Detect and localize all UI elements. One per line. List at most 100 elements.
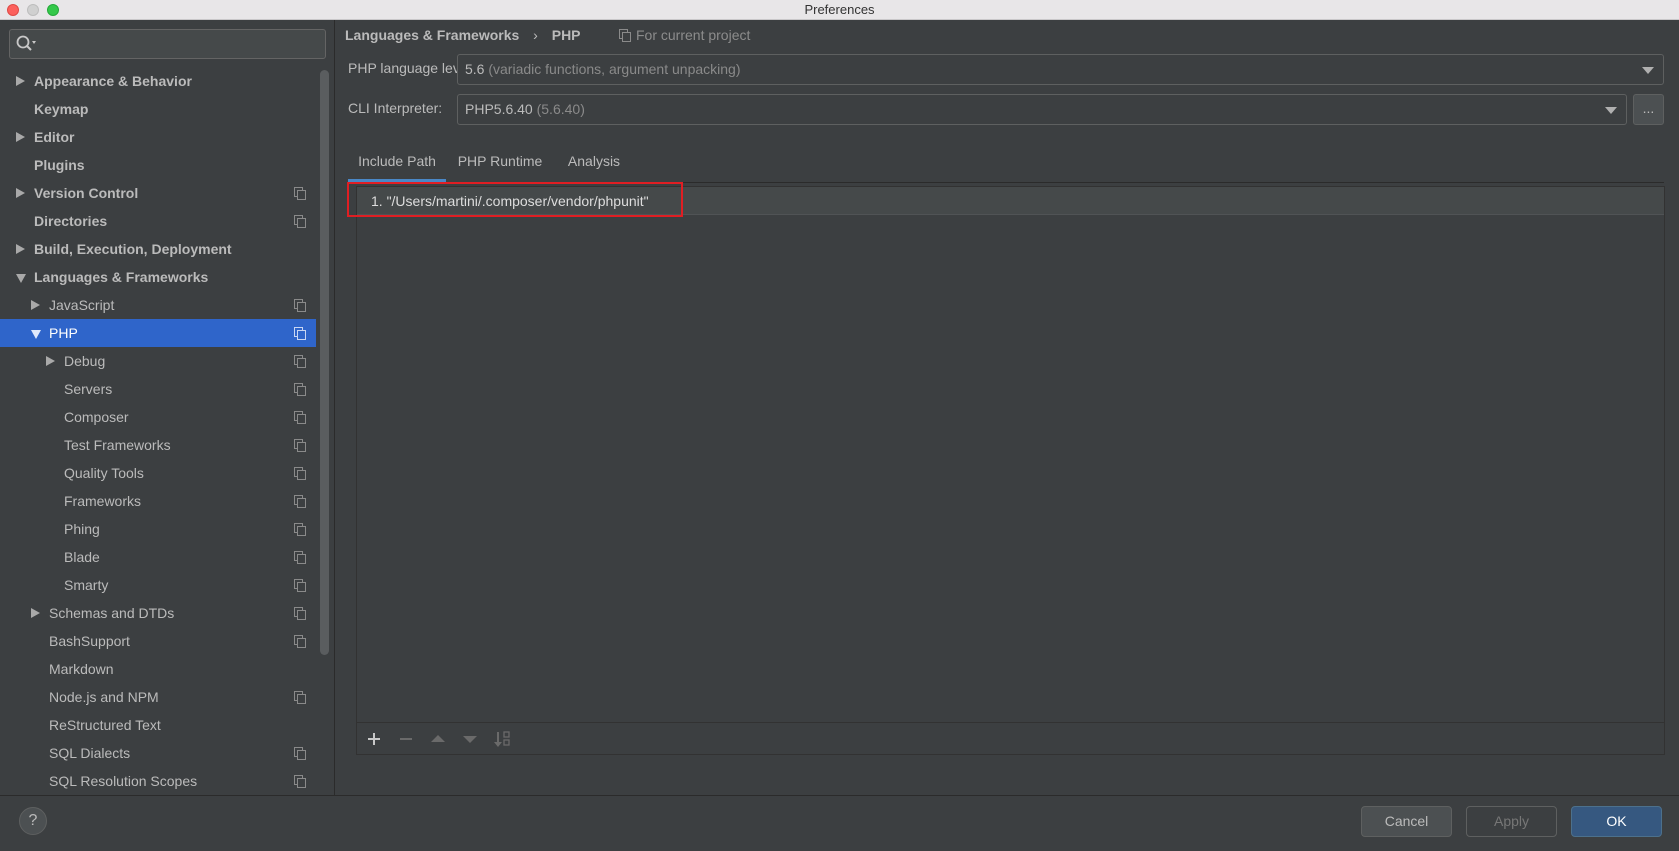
sidebar-item-frameworks[interactable]: Frameworks	[0, 487, 316, 515]
search-icon	[16, 35, 36, 51]
sidebar-item-label: SQL Resolution Scopes	[49, 773, 198, 789]
tab-php-runtime[interactable]: PHP Runtime	[448, 143, 552, 183]
sidebar-item-debug[interactable]: Debug	[0, 347, 316, 375]
sidebar-item-label: Schemas and DTDs	[49, 605, 175, 621]
sidebar-item-label: Plugins	[34, 157, 85, 173]
cli-interpreter-value: PHP5.6.40	[465, 101, 533, 117]
sidebar-item-label: Composer	[64, 409, 129, 425]
sidebar-item-label: SQL Dialects	[49, 745, 131, 761]
sidebar-item-phing[interactable]: Phing	[0, 515, 316, 543]
sidebar-item-php[interactable]: PHP	[0, 319, 316, 347]
copy-icon	[294, 607, 306, 620]
help-button[interactable]: ?	[19, 807, 47, 835]
sidebar-item-directories[interactable]: Directories	[0, 207, 316, 235]
tab-include-path[interactable]: Include Path	[348, 143, 446, 183]
php-level-label: PHP language level:	[348, 60, 475, 76]
settings-sidebar: Appearance & Behavior Keymap Editor Plugins…	[0, 20, 335, 795]
copy-icon	[294, 215, 306, 228]
settings-content: Languages & Frameworks › PHP For current…	[335, 20, 1679, 795]
copy-icon	[294, 383, 306, 396]
sidebar-item-languages-frameworks[interactable]: Languages & Frameworks	[0, 263, 316, 291]
copy-icon	[294, 579, 306, 592]
copy-icon	[294, 439, 306, 452]
include-path-list: 1. "/Users/martini/.composer/vendor/phpu…	[347, 182, 1665, 755]
move-down-icon[interactable]	[459, 728, 481, 750]
search-input[interactable]	[9, 29, 326, 59]
chevron-down-icon	[1642, 67, 1654, 74]
sidebar-item-label: Languages & Frameworks	[34, 269, 209, 285]
chevron-right-icon[interactable]	[31, 608, 40, 618]
sidebar-item-plugins[interactable]: Plugins	[0, 151, 316, 179]
sidebar-item-keymap[interactable]: Keymap	[0, 95, 316, 123]
sidebar-item-editor[interactable]: Editor	[0, 123, 316, 151]
sidebar-item-servers[interactable]: Servers	[0, 375, 316, 403]
copy-icon	[294, 523, 306, 536]
sidebar-item-sql-resolution-scopes[interactable]: SQL Resolution Scopes	[0, 767, 316, 795]
php-level-select[interactable]: 5.6 (variadic functions, argument unpack…	[457, 54, 1664, 85]
cli-interpreter-select[interactable]: PHP5.6.40 (5.6.40)	[457, 94, 1627, 125]
ok-button[interactable]: OK	[1571, 806, 1662, 837]
breadcrumb-parent[interactable]: Languages & Frameworks	[345, 27, 519, 43]
sidebar-item-javascript[interactable]: JavaScript	[0, 291, 316, 319]
chevron-down-icon[interactable]	[16, 274, 26, 283]
sidebar-item-label: Editor	[34, 129, 75, 145]
sidebar-item-blade[interactable]: Blade	[0, 543, 316, 571]
sidebar-item-version-control[interactable]: Version Control	[0, 179, 316, 207]
chevron-right-icon[interactable]	[16, 76, 25, 86]
settings-tree: Appearance & Behavior Keymap Editor Plugins…	[0, 67, 316, 795]
sidebar-item-label: Keymap	[34, 101, 89, 117]
copy-icon	[294, 691, 306, 704]
copy-icon	[294, 635, 306, 648]
sidebar-item-schemas-and-dtds[interactable]: Schemas and DTDs	[0, 599, 316, 627]
sidebar-item-node-js-and-npm[interactable]: Node.js and NPM	[0, 683, 316, 711]
sidebar-item-label: Build, Execution, Deployment	[34, 241, 232, 257]
chevron-right-icon[interactable]	[31, 300, 40, 310]
chevron-right-icon[interactable]	[16, 132, 25, 142]
copy-icon	[294, 775, 306, 788]
breadcrumb-separator: ›	[533, 27, 538, 43]
sidebar-item-bashsupport[interactable]: BashSupport	[0, 627, 316, 655]
remove-icon[interactable]	[395, 728, 417, 750]
tab-analysis[interactable]: Analysis	[554, 143, 634, 183]
sidebar-item-sql-dialects[interactable]: SQL Dialects	[0, 739, 316, 767]
cli-interpreter-label: CLI Interpreter:	[348, 100, 443, 116]
sidebar-item-label: Appearance & Behavior	[34, 73, 192, 89]
sidebar-item-appearance-behavior[interactable]: Appearance & Behavior	[0, 67, 316, 95]
sidebar-item-label: Quality Tools	[64, 465, 144, 481]
title-bar: Preferences	[0, 0, 1679, 20]
copy-icon	[294, 411, 306, 424]
php-level-detail: (variadic functions, argument unpacking)	[488, 61, 741, 77]
sidebar-scrollbar[interactable]	[320, 70, 329, 655]
sidebar-item-label: BashSupport	[49, 633, 130, 649]
chevron-down-icon[interactable]	[31, 330, 41, 339]
sidebar-item-build-execution-deployment[interactable]: Build, Execution, Deployment	[0, 235, 316, 263]
cli-interpreter-more-button[interactable]: ...	[1633, 94, 1664, 125]
chevron-right-icon[interactable]	[16, 188, 25, 198]
copy-icon	[294, 355, 306, 368]
breadcrumb-current: PHP	[551, 27, 581, 43]
sidebar-item-label: JavaScript	[49, 297, 115, 313]
sidebar-item-label: Test Frameworks	[64, 437, 171, 453]
chevron-right-icon[interactable]	[16, 244, 25, 254]
sidebar-item-label: Directories	[34, 213, 108, 229]
sidebar-item-label: Phing	[64, 521, 100, 537]
sidebar-item-restructured-text[interactable]: ReStructured Text	[0, 711, 316, 739]
sidebar-item-label: Debug	[64, 353, 106, 369]
add-icon[interactable]	[363, 728, 385, 750]
list-toolbar	[357, 722, 1664, 754]
cancel-button[interactable]: Cancel	[1361, 806, 1452, 837]
sidebar-item-label: Node.js and NPM	[49, 689, 159, 705]
sort-icon[interactable]	[491, 728, 513, 750]
apply-button[interactable]: Apply	[1466, 806, 1557, 837]
sidebar-item-smarty[interactable]: Smarty	[0, 571, 316, 599]
sidebar-item-composer[interactable]: Composer	[0, 403, 316, 431]
chevron-down-icon	[1605, 107, 1617, 114]
move-up-icon[interactable]	[427, 728, 449, 750]
sidebar-item-markdown[interactable]: Markdown	[0, 655, 316, 683]
sidebar-item-test-frameworks[interactable]: Test Frameworks	[0, 431, 316, 459]
copy-icon	[294, 467, 306, 480]
chevron-right-icon[interactable]	[46, 356, 55, 366]
sidebar-item-quality-tools[interactable]: Quality Tools	[0, 459, 316, 487]
copy-icon	[619, 29, 631, 42]
sidebar-item-label: Version Control	[34, 185, 139, 201]
